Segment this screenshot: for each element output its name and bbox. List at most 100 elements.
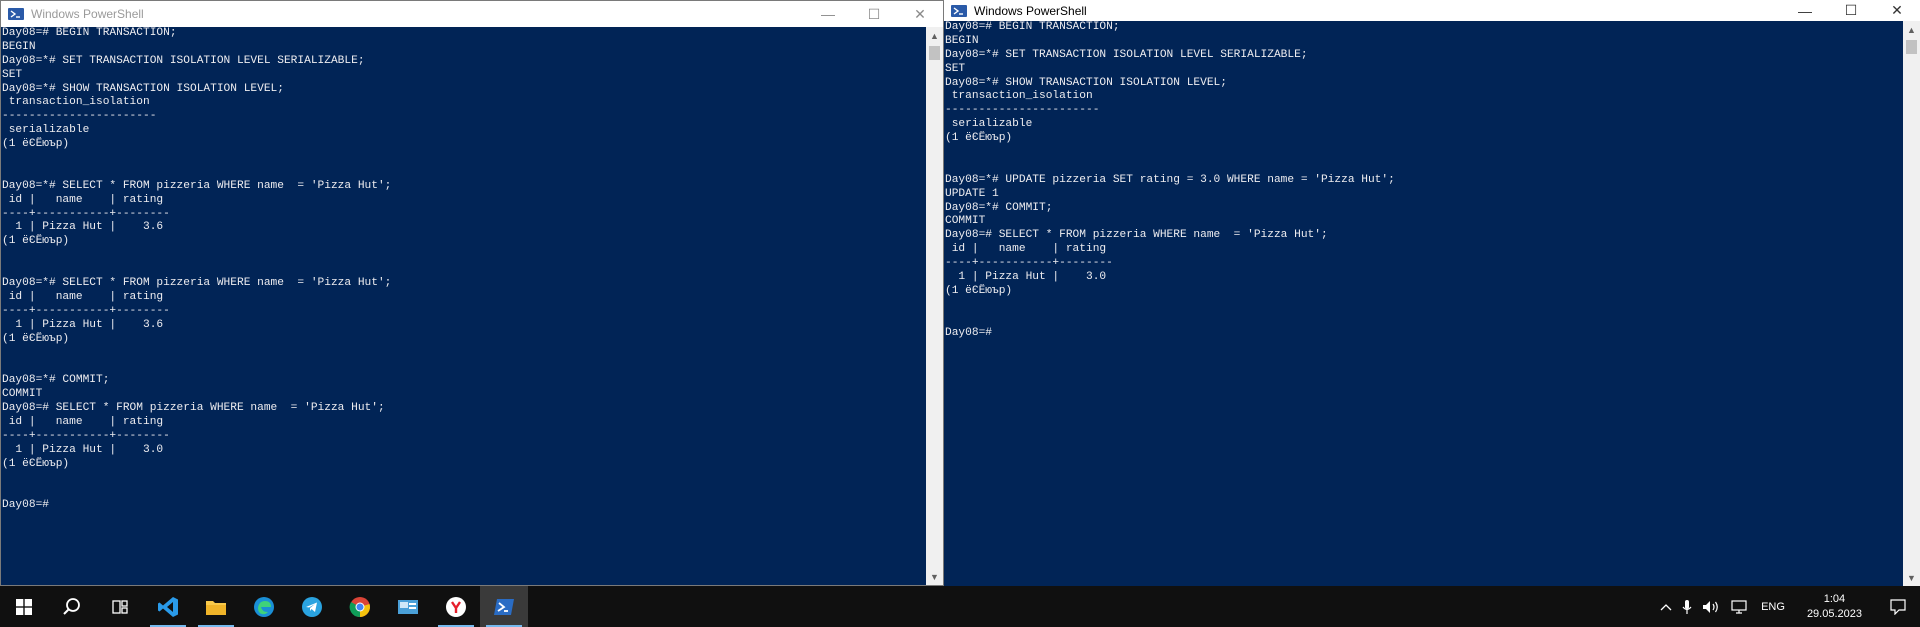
- console-line: (1 ёЄЁюър): [2, 457, 70, 470]
- console-line: Day08=# SELECT * FROM pizzeria WHERE nam…: [945, 229, 1328, 242]
- console-line: (1 ёЄЁюър): [945, 132, 1013, 145]
- taskbar-powershell[interactable]: [480, 586, 528, 627]
- vscode-icon: [158, 596, 178, 617]
- console-line: COMMIT: [945, 215, 986, 228]
- system-tray: ENG 1:04 29.05.2023: [1655, 586, 1920, 627]
- console-line: Day08=#: [945, 326, 992, 339]
- console-line: id | name | rating: [2, 193, 164, 206]
- powershell-icon: [951, 4, 967, 17]
- scroll-up-arrow-icon[interactable]: ▲: [926, 27, 943, 44]
- console-line: (1 ёЄЁюър): [2, 235, 70, 248]
- chevron-up-icon: [1660, 603, 1672, 610]
- console-line: ----+-----------+--------: [2, 304, 170, 317]
- console-line: ----+-----------+--------: [945, 257, 1113, 270]
- powershell-icon: [8, 8, 24, 20]
- microphone-icon: [1682, 599, 1692, 614]
- console-line: Day08=*# SELECT * FROM pizzeria WHERE na…: [2, 277, 392, 290]
- start-button[interactable]: [0, 586, 48, 627]
- console-output[interactable]: Day08=# BEGIN TRANSACTION; BEGIN Day08=*# …: [944, 21, 1903, 586]
- telegram-icon: [302, 596, 322, 617]
- powershell-window-left[interactable]: Windows PowerShell — ☐ ✕ Day08=# BEGIN T…: [0, 0, 944, 586]
- console-line: Day08=*# SELECT * FROM pizzeria WHERE na…: [2, 179, 392, 192]
- scroll-down-arrow-icon[interactable]: ▼: [1903, 569, 1920, 586]
- minimize-button[interactable]: —: [805, 1, 851, 27]
- taskbar-control-panel[interactable]: [384, 586, 432, 627]
- console-line: Day08=*# UPDATE pizzeria SET rating = 3.…: [945, 173, 1395, 186]
- chrome-icon: [349, 596, 370, 617]
- edge-icon: [254, 596, 274, 617]
- console-line: Day08=#: [2, 499, 49, 512]
- scroll-thumb[interactable]: [1906, 40, 1917, 54]
- console-line: UPDATE 1: [945, 187, 999, 200]
- console-line: id | name | rating: [2, 290, 164, 303]
- console-line: transaction_isolation: [945, 90, 1093, 103]
- task-view-button[interactable]: [96, 586, 144, 627]
- close-button[interactable]: ✕: [897, 1, 943, 27]
- console-line: BEGIN: [2, 40, 36, 53]
- microphone-button[interactable]: [1677, 586, 1697, 627]
- console-line: -----------------------: [945, 104, 1100, 117]
- clock-date: 29.05.2023: [1806, 607, 1862, 620]
- console-line: COMMIT: [2, 388, 43, 401]
- show-hidden-icons-button[interactable]: [1655, 586, 1677, 627]
- scroll-down-arrow-icon[interactable]: ▼: [926, 568, 943, 585]
- console-line: (1 ёЄЁюър): [2, 332, 70, 345]
- vertical-scrollbar[interactable]: ▲ ▼: [1903, 21, 1920, 586]
- taskbar-file-explorer[interactable]: [192, 586, 240, 627]
- maximize-button[interactable]: ☐: [1828, 0, 1874, 21]
- notification-icon: [1890, 598, 1906, 615]
- console-line: Day08=# SELECT * FROM pizzeria WHERE nam…: [2, 402, 385, 415]
- powershell-window-right[interactable]: Windows PowerShell — ☐ ✕ Day08=# BEGIN T…: [944, 0, 1920, 586]
- console-line: SET: [2, 68, 23, 81]
- taskbar-telegram[interactable]: [288, 586, 336, 627]
- console-line: BEGIN: [945, 34, 979, 47]
- taskbar-yandex[interactable]: [432, 586, 480, 627]
- console-line: id | name | rating: [945, 243, 1107, 256]
- language-indicator[interactable]: ENG: [1753, 586, 1793, 627]
- scroll-up-arrow-icon[interactable]: ▲: [1903, 21, 1920, 38]
- console-line: SET: [945, 62, 966, 75]
- window-title: Windows PowerShell: [974, 3, 1087, 18]
- console-line: ----+-----------+--------: [2, 429, 170, 442]
- console-line: (1 ёЄЁюър): [945, 284, 1013, 297]
- close-button[interactable]: ✕: [1874, 0, 1920, 21]
- console-line: Day08=*# COMMIT;: [945, 201, 1053, 214]
- network-button[interactable]: [1725, 586, 1753, 627]
- console-line: serializable: [2, 124, 90, 137]
- volume-icon: [1703, 600, 1718, 613]
- maximize-button[interactable]: ☐: [851, 1, 897, 27]
- console-line: Day08=*# SET TRANSACTION ISOLATION LEVEL…: [945, 48, 1308, 61]
- control-panel-icon: [398, 599, 418, 614]
- network-icon: [1731, 599, 1747, 614]
- clock[interactable]: 1:04 29.05.2023: [1793, 592, 1876, 622]
- search-button[interactable]: [48, 586, 96, 627]
- console-output[interactable]: Day08=# BEGIN TRANSACTION; BEGIN Day08=*# …: [1, 27, 926, 585]
- clock-time: 1:04: [1823, 592, 1846, 605]
- vertical-scrollbar[interactable]: ▲ ▼: [926, 27, 943, 585]
- minimize-button[interactable]: —: [1782, 0, 1828, 21]
- taskbar-edge[interactable]: [240, 586, 288, 627]
- taskbar-chrome[interactable]: [336, 586, 384, 627]
- volume-button[interactable]: [1697, 586, 1725, 627]
- console-line: 1 | Pizza Hut | 3.6: [2, 221, 164, 234]
- notifications-button[interactable]: [1876, 586, 1920, 627]
- taskbar-vscode[interactable]: [144, 586, 192, 627]
- console-line: ----+-----------+--------: [2, 207, 170, 220]
- scroll-thumb[interactable]: [929, 46, 940, 60]
- yandex-icon: [446, 596, 466, 617]
- console-line: serializable: [945, 118, 1033, 131]
- console-line: Day08=*# SET TRANSACTION ISOLATION LEVEL…: [2, 54, 365, 67]
- search-icon: [63, 597, 80, 615]
- title-bar[interactable]: Windows PowerShell — ☐ ✕: [944, 0, 1920, 21]
- title-bar[interactable]: Windows PowerShell — ☐ ✕: [1, 1, 943, 27]
- console-line: (1 ёЄЁюър): [2, 138, 70, 151]
